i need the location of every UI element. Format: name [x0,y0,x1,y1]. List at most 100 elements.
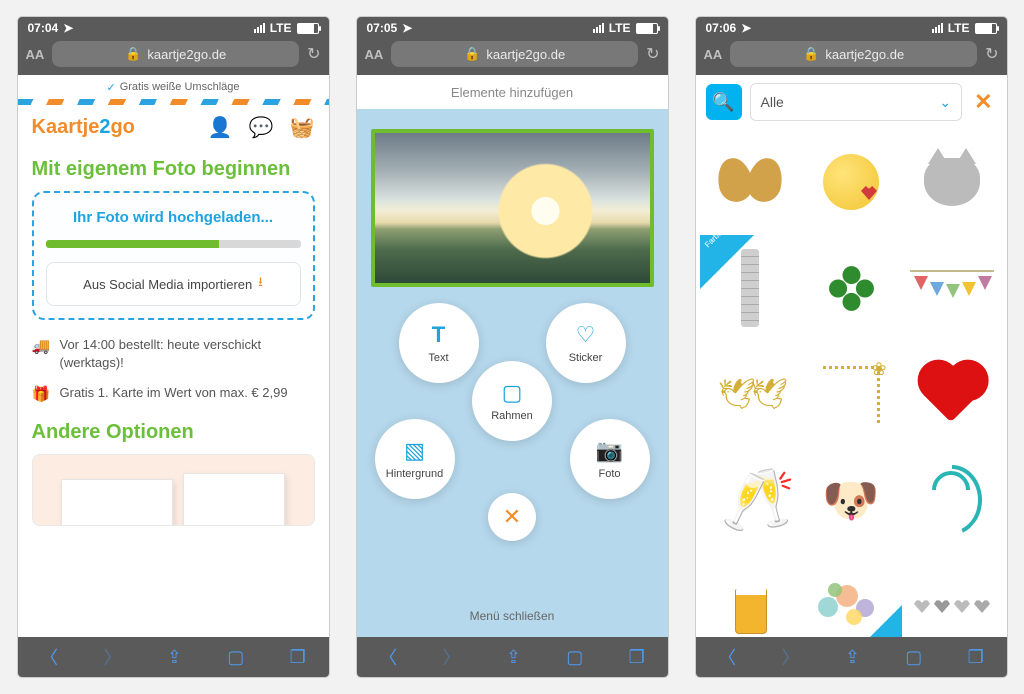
url-text: kaartje2go.de [147,47,226,62]
canvas-photo[interactable] [371,129,654,287]
upload-heading: Mit eigenem Foto beginnen [32,158,315,181]
tool-label: Text [428,352,448,364]
sticker-heart[interactable] [902,341,1003,447]
social-import-label: Aus Social Media importieren [83,277,252,292]
url-field[interactable]: 🔒 kaartje2go.de [730,41,977,67]
search-icon: 🔍 [712,92,734,113]
tool-close-button[interactable]: ✕ [488,493,536,541]
safari-address-bar[interactable]: AA 🔒 kaartje2go.de ↻ [357,39,668,75]
text-size-button[interactable]: AA [365,47,384,62]
color-ribbon: Farbe wählbar [848,605,902,637]
tabs-button[interactable]: ❐ [629,647,645,668]
phone-screenshot-3: 07:06 ➤ LTE AA 🔒 kaartje2go.de ↻ 🔍 Alle … [696,17,1007,677]
frame-icon: ▢ [502,380,523,406]
social-import-button[interactable]: Aus Social Media importieren ⭳ [46,262,301,306]
sticker-doves[interactable]: 🕊🕊 [700,341,801,447]
page-content: ✓ Gratis weiße Umschläge Kaartje2go 👤 💬 … [18,75,329,637]
sticker-puppy-party[interactable]: 🐶 [801,447,902,553]
sticker-corner-ornament[interactable] [801,341,902,447]
url-text: kaartje2go.de [486,47,565,62]
back-button[interactable]: 〈 [718,644,736,670]
promo-text: Gratis weiße Umschläge [120,81,240,93]
text-size-button[interactable]: AA [704,47,723,62]
sticker-balloons[interactable]: Farbe wählbar [801,553,902,637]
basket-icon[interactable]: 🧺 [290,115,315,140]
safari-address-bar[interactable]: AA 🔒 kaartje2go.de ↻ [18,39,329,75]
check-icon: ✓ [106,81,115,94]
sticker-beer[interactable] [700,553,801,637]
bookmarks-button[interactable]: ▢ [227,647,244,668]
tabs-button[interactable]: ❐ [290,647,306,668]
benefit-item: 🚚 Vor 14:00 bestellt: heute verschickt (… [32,336,315,372]
search-button[interactable]: 🔍 [706,84,742,120]
lock-icon: 🔒 [803,46,819,62]
gift-icon: 🎁 [32,384,50,405]
benefits-list: 🚚 Vor 14:00 bestellt: heute verschickt (… [32,336,315,405]
sticker-bunting[interactable] [902,235,1003,341]
sticker-streamer[interactable] [902,447,1003,553]
card-templates-preview[interactable] [32,454,315,526]
sticker-emoji-kiss[interactable] [801,129,902,235]
safari-toolbar: 〈 〉 ⇪ ▢ ❐ [357,637,668,677]
forward-button[interactable]: 〉 [782,644,800,670]
share-button[interactable]: ⇪ [506,647,521,668]
phone-screenshot-1: 07:04 ➤ LTE AA 🔒 kaartje2go.de ↻ ✓ Grati… [18,17,329,677]
text-size-button[interactable]: AA [26,47,45,62]
chat-icon[interactable]: 💬 [249,115,274,140]
url-field[interactable]: 🔒 kaartje2go.de [391,41,638,67]
tool-label: Rahmen [491,410,533,422]
background-icon: ▧ [404,438,425,464]
close-icon: ✕ [503,504,521,530]
other-options-heading: Andere Optionen [32,421,315,444]
sticker-champagne-glasses[interactable]: 🥂 [700,447,801,553]
reload-icon[interactable]: ↻ [646,44,659,64]
upload-status-text: Ihr Foto wird hochgeladen... [46,209,301,226]
safari-address-bar[interactable]: AA 🔒 kaartje2go.de ↻ [696,39,1007,75]
location-icon: ➤ [63,21,73,35]
tabs-button[interactable]: ❐ [968,647,984,668]
sticker-cat[interactable] [902,129,1003,235]
tool-label: Sticker [569,352,603,364]
back-button[interactable]: 〈 [379,644,397,670]
brand-logo[interactable]: Kaartje2go [32,116,135,139]
ios-status-bar: 07:05 ➤ LTE [357,17,668,39]
bookmarks-button[interactable]: ▢ [566,647,583,668]
sticker-filter-bar: 🔍 Alle ⌄ ✕ [696,75,1007,129]
sticker-icon: ♡ [576,322,596,348]
tool-frame-button[interactable]: ▢ Rahmen [472,361,552,441]
url-field[interactable]: 🔒 kaartje2go.de [52,41,299,67]
sticker-dog-ears[interactable] [700,129,801,235]
tool-photo-button[interactable]: 📷 Foto [570,419,650,499]
safari-toolbar: 〈 〉 ⇪ ▢ ❐ [696,637,1007,677]
sticker-grid[interactable]: Farbe wählbar 🕊🕊 🥂 🐶 [696,129,1007,637]
tool-background-button[interactable]: ▧ Hintergrund [375,419,455,499]
location-icon: ➤ [402,21,412,35]
share-button[interactable]: ⇪ [167,647,182,668]
sticker-clover[interactable] [801,235,902,341]
forward-button[interactable]: 〉 [443,644,461,670]
sticker-hearts-row[interactable] [902,553,1003,637]
battery-icon [297,23,319,34]
promo-banner: ✓ Gratis weiße Umschläge [18,75,329,99]
close-panel-button[interactable]: ✕ [970,89,996,115]
tool-text-button[interactable]: T Text [399,303,479,383]
safari-toolbar: 〈 〉 ⇪ ▢ ❐ [18,637,329,677]
camera-icon: 📷 [596,438,623,464]
bookmarks-button[interactable]: ▢ [905,647,922,668]
reload-icon[interactable]: ↻ [985,44,998,64]
menu-close-label[interactable]: Menü schließen [357,609,668,623]
signal-icon [932,23,943,33]
category-select[interactable]: Alle ⌄ [750,83,963,121]
sticker-ruler[interactable]: Farbe wählbar [700,235,801,341]
tool-label: Foto [598,468,620,480]
status-time: 07:06 [706,21,737,35]
account-icon[interactable]: 👤 [208,115,233,140]
reload-icon[interactable]: ↻ [307,44,320,64]
share-button[interactable]: ⇪ [845,647,860,668]
tool-sticker-button[interactable]: ♡ Sticker [546,303,626,383]
url-text: kaartje2go.de [825,47,904,62]
forward-button[interactable]: 〉 [104,644,122,670]
status-time: 07:05 [367,21,398,35]
category-selected: Alle [761,94,784,110]
back-button[interactable]: 〈 [40,644,58,670]
